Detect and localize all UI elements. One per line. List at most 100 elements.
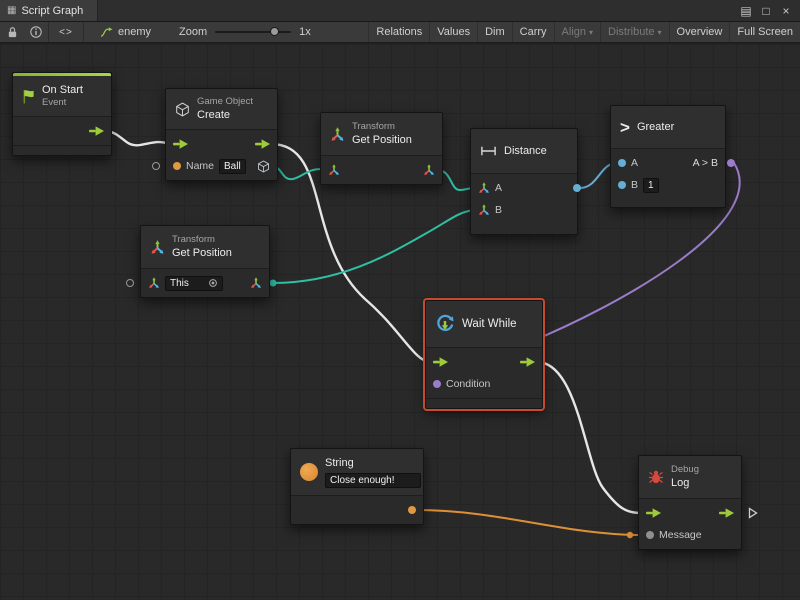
flow-out-port[interactable] [719,508,734,518]
vector-output-port[interactable] [423,164,435,176]
lock-icon[interactable] [0,22,24,42]
graph-canvas[interactable]: On Start Event Game Object Create [0,44,800,600]
zoom-slider-handle[interactable] [270,27,279,36]
unconnected-port-indicator [126,279,134,287]
button-label: Overview [677,26,723,38]
string-value-field[interactable]: Close enough! [325,473,421,488]
node-category: Game Object [197,96,253,108]
node-subtitle: Event [42,97,83,109]
node-string-literal[interactable]: String Close enough! [290,448,424,525]
cube-icon [175,102,190,117]
float-output-port[interactable] [573,184,581,192]
flow-out-port[interactable] [255,139,270,149]
overview-button[interactable]: Overview [669,22,730,42]
unconnected-port-indicator [152,162,160,170]
align-button[interactable]: Align▾ [554,22,600,42]
node-get-position-bottom[interactable]: Transform Get Position This [140,225,270,298]
flow-in-port[interactable] [173,139,188,149]
target-icon [208,278,218,288]
flow-in-port[interactable] [646,508,661,518]
name-value-field[interactable]: Ball [219,159,246,174]
condition-input-port[interactable] [433,380,441,388]
values-button[interactable]: Values [429,22,477,42]
string-output-port[interactable] [408,506,416,514]
name-input-port[interactable] [173,162,181,170]
vector-output-port[interactable] [250,277,262,289]
distribute-button[interactable]: Distribute ▾ [600,22,668,42]
port-label: B [631,179,638,191]
graph-asset-icon [100,27,113,38]
dim-button[interactable]: Dim [477,22,512,42]
transform-input-port[interactable] [148,277,160,289]
node-footer [426,398,542,408]
maximize-icon[interactable]: □ [756,4,776,18]
graph-toolbar: <> enemy Zoom 1x Relations Values Dim Ca… [0,22,800,43]
wire-string-debugmessage[interactable] [416,510,641,535]
target-value-field[interactable]: This [165,276,223,291]
close-icon[interactable]: × [776,4,796,18]
a-input-port[interactable] [618,159,626,167]
flow-out-port[interactable] [89,126,104,136]
node-greater[interactable]: > Greater A A > B B 1 [610,105,726,208]
transform-input-port[interactable] [328,164,340,176]
flow-continuation-indicator [748,507,758,522]
node-on-start-event[interactable]: On Start Event [12,72,112,156]
node-get-position-top[interactable]: Transform Get Position [320,112,443,185]
port-label: A [631,157,638,169]
dropdown-arrow-icon: ▾ [658,28,662,37]
zoom-slider[interactable] [215,31,291,33]
bool-output-port[interactable] [727,159,735,167]
button-label: Carry [520,26,547,38]
button-label: Values [437,26,470,38]
wire-flow-waitwhile-debuglog[interactable] [537,362,641,513]
game-object-output-port[interactable] [257,160,270,173]
output-label: A > B [693,157,718,169]
flag-icon [22,89,35,104]
full-screen-button[interactable]: Full Screen [729,22,800,42]
vector-b-input-port[interactable] [478,204,490,216]
target-value: This [170,278,189,289]
flow-in-port[interactable] [433,357,448,367]
node-category: Transform [172,234,232,246]
tab-script-graph[interactable]: ▦ Script Graph [0,0,98,21]
zoom-label: Zoom [179,26,207,38]
wire-gameobject-create-getposition[interactable] [271,166,326,179]
node-title: On Start [42,83,83,97]
b-value-field[interactable]: 1 [643,178,659,193]
port-label: A [495,182,502,194]
window-menu-icon[interactable]: ▤ [736,4,756,18]
node-footer [13,145,111,155]
node-title: Get Position [172,246,232,260]
carry-button[interactable]: Carry [512,22,554,42]
ruler-icon [480,145,497,157]
node-game-object-create[interactable]: Game Object Create Name Ball [165,88,278,181]
script-graph-tab-icon: ▦ [7,5,16,16]
port-label: Condition [446,378,490,390]
button-label: Dim [485,26,505,38]
tab-title: Script Graph [21,5,83,17]
wire-vector-getposition-distance-b[interactable] [273,210,474,283]
node-title: String [325,456,421,470]
wire-flow-onstart-create[interactable] [104,131,170,145]
message-input-port[interactable] [646,531,654,539]
node-wait-while[interactable]: Wait While Condition [425,300,543,409]
flow-out-port[interactable] [520,357,535,367]
node-debug-log[interactable]: Debug Log Message [638,455,742,550]
port-label: Name [186,160,214,172]
dropdown-arrow-icon: ▾ [589,28,593,37]
port-label: Message [659,529,702,541]
node-distance[interactable]: Distance A B [470,128,578,235]
code-glyph: <> [59,27,73,38]
node-title: Distance [504,144,547,158]
code-view-icon[interactable]: <> [49,22,83,42]
button-label: Distribute [608,26,654,38]
graph-name-label: enemy [118,26,151,38]
bug-icon [648,469,664,485]
string-icon [300,463,318,481]
window-titlebar: ▦ Script Graph ▤ □ × [0,0,800,22]
info-icon[interactable] [24,22,48,42]
vector-a-input-port[interactable] [478,182,490,194]
zoom-value: 1x [299,26,311,38]
relations-button[interactable]: Relations [368,22,429,42]
b-input-port[interactable] [618,181,626,189]
